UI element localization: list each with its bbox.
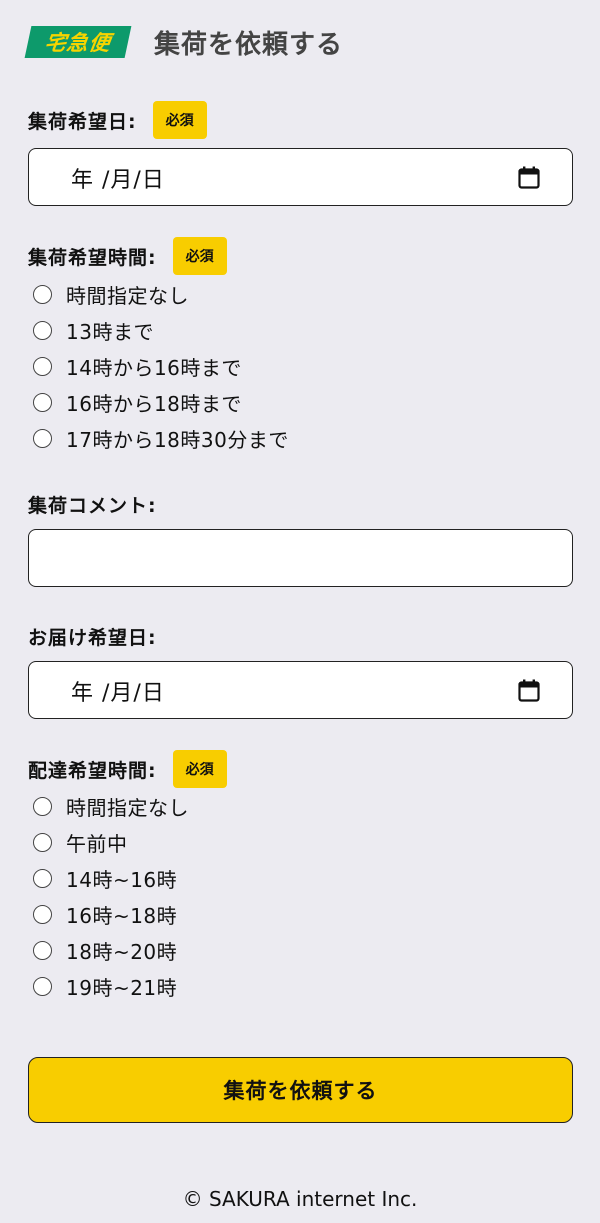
- radio-button[interactable]: [33, 868, 52, 888]
- radio-label: 19時~21時: [66, 975, 178, 1000]
- page-title: 集荷を依頼する: [154, 29, 344, 60]
- delivery-time-label-row: 配達希望時間: 必須: [28, 750, 227, 788]
- pickup-time-label: 集荷希望時間:: [28, 246, 157, 269]
- radio-label: 18時~20時: [66, 939, 178, 964]
- header: 宅急便 集荷を依頼する: [24, 24, 344, 60]
- delivery-date-input[interactable]: 年 /月/日: [28, 661, 573, 719]
- radio-button[interactable]: [33, 320, 52, 340]
- pickup-time-option[interactable]: 時間指定なし: [33, 276, 289, 312]
- radio-button[interactable]: [33, 356, 52, 376]
- delivery-time-option[interactable]: 19時~21時: [33, 968, 189, 1004]
- radio-button[interactable]: [33, 392, 52, 412]
- brand-text: 宅急便: [43, 31, 113, 55]
- pickup-comment-label: 集荷コメント:: [28, 494, 157, 517]
- required-badge: 必須: [172, 750, 227, 788]
- pickup-time-label-row: 集荷希望時間: 必須: [28, 237, 227, 275]
- radio-label: 時間指定なし: [66, 795, 189, 820]
- pickup-time-option[interactable]: 16時から18時まで: [33, 384, 289, 420]
- radio-label: 14時から16時まで: [66, 355, 242, 380]
- radio-button[interactable]: [33, 284, 52, 304]
- pickup-comment-input[interactable]: [28, 529, 573, 587]
- required-badge: 必須: [152, 101, 207, 139]
- delivery-time-option[interactable]: 時間指定なし: [33, 788, 189, 824]
- pickup-time-options: 時間指定なし 13時まで 14時から16時まで 16時から18時まで 17時から…: [33, 276, 289, 456]
- delivery-time-label: 配達希望時間:: [28, 759, 157, 782]
- radio-label: 16時から18時まで: [66, 391, 242, 416]
- radio-label: 16時~18時: [66, 903, 178, 928]
- submit-button[interactable]: 集荷を依頼する: [28, 1057, 573, 1123]
- radio-button[interactable]: [33, 976, 52, 996]
- delivery-time-option[interactable]: 18時~20時: [33, 932, 189, 968]
- radio-button[interactable]: [33, 832, 52, 852]
- pickup-date-label: 集荷希望日:: [28, 110, 137, 133]
- delivery-time-option[interactable]: 14時~16時: [33, 860, 189, 896]
- brand-logo: 宅急便: [24, 26, 132, 58]
- required-badge: 必須: [172, 237, 227, 275]
- pickup-comment-label-row: 集荷コメント:: [28, 490, 157, 518]
- radio-label: 時間指定なし: [66, 283, 189, 308]
- radio-button[interactable]: [33, 904, 52, 924]
- delivery-time-option[interactable]: 16時~18時: [33, 896, 189, 932]
- delivery-time-option[interactable]: 午前中: [33, 824, 189, 860]
- delivery-date-label-row: お届け希望日:: [28, 622, 157, 650]
- delivery-date-value: 年 /月/日: [71, 681, 165, 706]
- calendar-icon[interactable]: [518, 166, 540, 189]
- delivery-date-label: お届け希望日:: [28, 626, 157, 649]
- delivery-time-options: 時間指定なし 午前中 14時~16時 16時~18時 18時~20時 19時~2…: [33, 788, 189, 1004]
- radio-button[interactable]: [33, 428, 52, 448]
- pickup-time-option[interactable]: 13時まで: [33, 312, 289, 348]
- pickup-date-label-row: 集荷希望日: 必須: [28, 101, 207, 139]
- pickup-date-value: 年 /月/日: [71, 168, 165, 193]
- footer-copyright: © SAKURA internet Inc.: [182, 1187, 418, 1211]
- pickup-time-option[interactable]: 14時から16時まで: [33, 348, 289, 384]
- calendar-icon[interactable]: [518, 679, 540, 702]
- radio-label: 17時から18時30分まで: [66, 427, 289, 452]
- pickup-time-option[interactable]: 17時から18時30分まで: [33, 420, 289, 456]
- radio-button[interactable]: [33, 940, 52, 960]
- radio-label: 午前中: [66, 831, 128, 856]
- radio-label: 13時まで: [66, 319, 154, 344]
- radio-label: 14時~16時: [66, 867, 178, 892]
- radio-button[interactable]: [33, 796, 52, 816]
- pickup-date-input[interactable]: 年 /月/日: [28, 148, 573, 206]
